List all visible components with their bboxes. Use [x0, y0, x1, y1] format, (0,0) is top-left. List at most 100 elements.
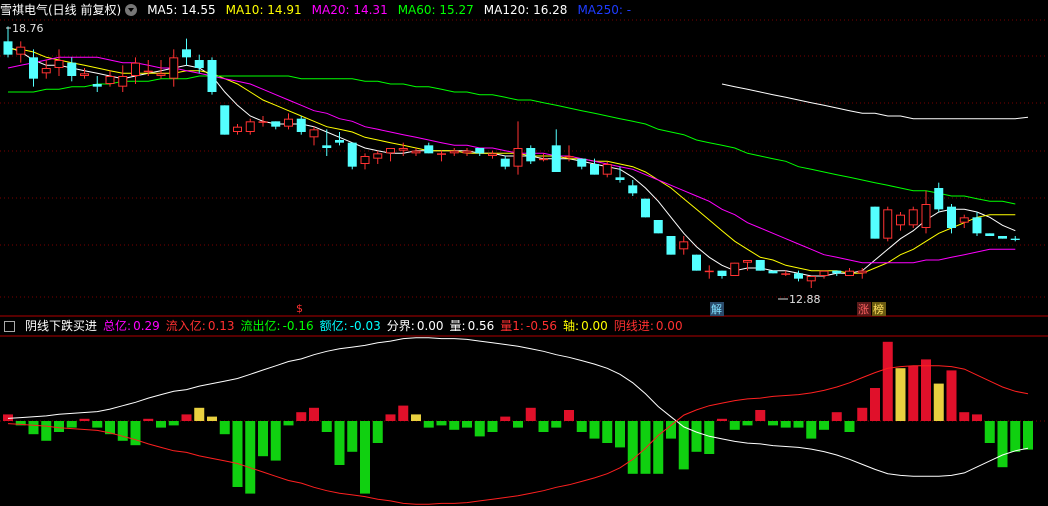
candle — [500, 156, 510, 170]
indicator-bar — [564, 410, 574, 421]
candle — [551, 129, 561, 172]
candle — [347, 142, 357, 170]
indicator-bar — [500, 416, 511, 421]
indicator-bar — [474, 421, 485, 437]
candle-body — [67, 62, 77, 76]
candle — [41, 60, 51, 79]
candle-body — [730, 262, 740, 276]
indicator-bar — [882, 341, 893, 421]
candle-body — [908, 209, 918, 226]
candle — [755, 260, 765, 271]
candle — [513, 121, 523, 175]
ma-legend-item: MA5: 14.55 — [147, 3, 216, 17]
candle-body — [615, 177, 625, 180]
candle-body — [577, 158, 587, 167]
candlesticks — [3, 26, 1020, 288]
low-price-label: 12.88 — [789, 293, 821, 306]
indicator-legend-item: 轴: 0.00 — [563, 316, 608, 336]
candle — [233, 124, 242, 135]
indicator-bar — [755, 410, 766, 421]
candle-body — [959, 217, 969, 223]
ma-line-ma10 — [8, 48, 1016, 274]
candle — [832, 270, 842, 276]
candle-body — [258, 121, 268, 123]
indicator-bar — [360, 421, 370, 494]
indicator-bar — [270, 421, 281, 461]
indicator-bar — [168, 421, 179, 426]
dropdown-arrow-icon[interactable] — [125, 4, 138, 16]
candle — [577, 158, 587, 170]
indicator-bar — [538, 421, 549, 432]
indicator-bar — [691, 421, 702, 452]
candle — [896, 212, 905, 231]
candle — [424, 142, 434, 154]
candle — [641, 198, 650, 218]
indicator-bar — [780, 421, 791, 428]
ma-line-ma5 — [7, 46, 1016, 277]
indicator-bar — [513, 421, 523, 428]
indicator-bar — [156, 421, 166, 428]
indicator-bar — [615, 421, 625, 448]
indicator-bar — [79, 418, 90, 421]
candle-body — [590, 164, 599, 175]
candle — [628, 180, 638, 196]
candle-body — [641, 198, 650, 218]
indicator-legend-value: -0.16 — [282, 319, 314, 333]
indicator-bar — [653, 421, 664, 474]
candle — [271, 121, 281, 130]
indicator-legend-value: 0.00 — [581, 319, 608, 333]
indicator-bar — [627, 421, 638, 474]
candle — [870, 206, 880, 239]
candle — [819, 270, 829, 279]
limit-up-tag: 涨 — [858, 303, 869, 316]
candle-body — [602, 164, 612, 175]
indicator-bar — [436, 421, 447, 426]
candle-body — [335, 140, 344, 143]
indicator-bar — [933, 383, 944, 421]
candle-body — [424, 145, 434, 154]
indicator-legend-label: 量: — [449, 319, 466, 333]
indicator-bar — [972, 414, 982, 421]
ma-legend-item: MA10: 14.91 — [225, 3, 302, 17]
candle — [998, 236, 1007, 239]
ma-line-ma20 — [7, 56, 1016, 264]
indicator-menu-icon[interactable] — [4, 320, 15, 332]
indicator-legend-item: 分界: 0.00 — [387, 316, 444, 336]
indicator-bar — [602, 421, 613, 443]
candle — [806, 276, 816, 288]
candle-body — [16, 46, 26, 55]
candle — [67, 57, 77, 82]
candle — [92, 76, 102, 92]
indicator-legend-label: 量1: — [500, 319, 524, 333]
candle-body — [998, 236, 1007, 239]
candle-body — [513, 148, 523, 167]
candle-body — [972, 217, 982, 234]
candle-body — [628, 185, 638, 194]
indicator-bar — [589, 421, 600, 439]
candle — [309, 126, 319, 146]
candle — [883, 206, 893, 242]
candle — [118, 65, 128, 92]
candle-body — [743, 260, 752, 263]
candle — [54, 49, 64, 76]
ma-line-ma60 — [8, 75, 1016, 205]
candle-body — [462, 150, 472, 154]
indicator-bar — [908, 366, 919, 421]
indicator-bar — [219, 421, 230, 435]
indicator-bar — [525, 407, 536, 421]
indicator-bar — [449, 421, 460, 430]
candle — [386, 148, 395, 162]
indicator-legend-label: 流出亿: — [240, 319, 281, 333]
event-marker-s: $ — [296, 302, 303, 315]
indicator-panel — [3, 337, 1033, 505]
indicator-bar — [54, 421, 64, 432]
ma-legend-item: MA120: 16.28 — [483, 3, 568, 17]
indicator-legend-item: 流入亿: 0.13 — [166, 316, 235, 336]
indicator-bar — [487, 421, 498, 432]
candle — [985, 233, 995, 236]
candle — [704, 265, 714, 279]
indicator-title[interactable]: 阴线下跌买进 — [25, 316, 97, 336]
indicator-bar — [283, 421, 294, 426]
stock-title[interactable]: 雪祺电气(日线 前复权) — [0, 0, 121, 20]
indicator-bar — [576, 421, 587, 432]
